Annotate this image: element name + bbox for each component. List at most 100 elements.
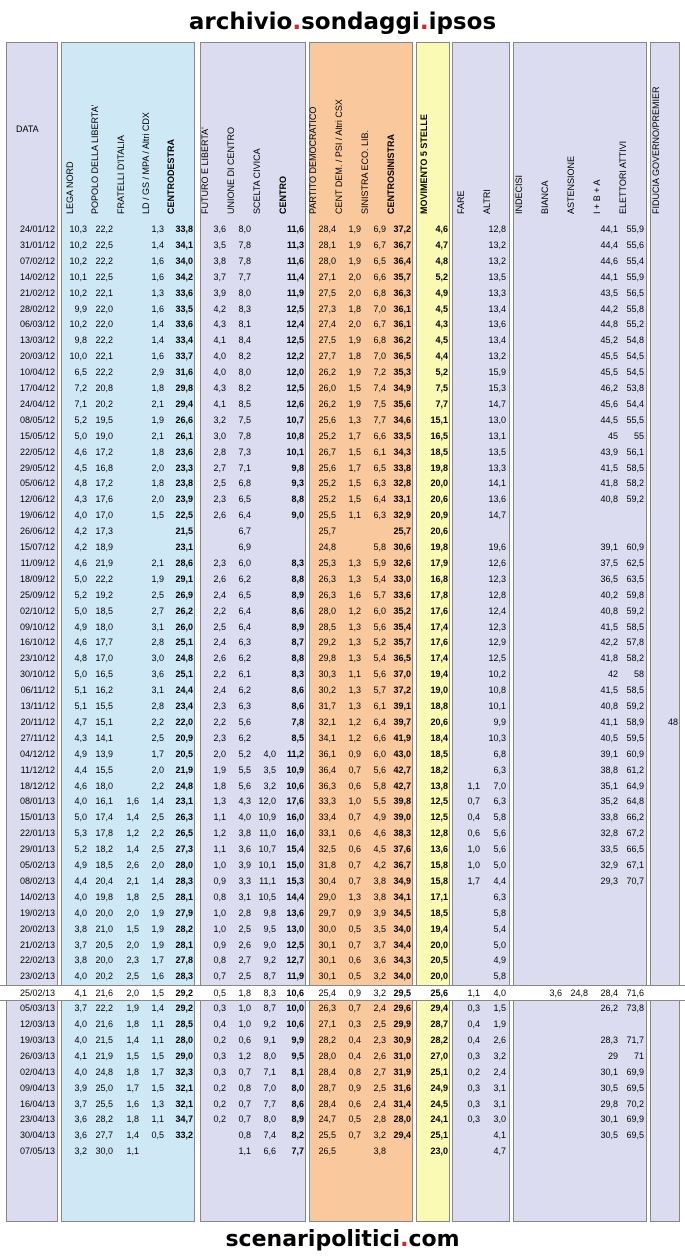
- cell-udc: 8,0: [238, 224, 251, 234]
- cell-d: 11/12/12: [20, 764, 55, 775]
- cell-csx: 41,9: [393, 732, 411, 743]
- cell-fare: 0,3: [467, 1050, 480, 1061]
- cell-fare: [454, 604, 480, 618]
- cell-iba: 44,2: [600, 303, 618, 314]
- cell-fdi: [113, 731, 139, 745]
- cell-ind: [514, 333, 538, 347]
- cell-iba: 41,5: [600, 685, 618, 696]
- cell-ast: [562, 254, 588, 268]
- cell-ast: [562, 747, 588, 761]
- cell-sc: [251, 222, 276, 236]
- cell-ld: 2,1: [151, 557, 164, 568]
- cell-ind: [514, 922, 538, 936]
- cell-altri: 12,3: [488, 573, 506, 584]
- cell-ast: [562, 397, 588, 411]
- cell-cdx: 32,1: [175, 1098, 193, 1109]
- cell-el: 70,2: [626, 1098, 644, 1109]
- cell-fare: 1,1: [467, 988, 480, 999]
- cell-cdx: 34,7: [175, 1114, 193, 1125]
- cell-cd: 1,9: [348, 224, 361, 234]
- header-pd: PARTITO DEMOCRATICO: [308, 106, 318, 214]
- cell-fare: 1,0: [467, 860, 480, 870]
- cell-fli: 4,2: [213, 303, 226, 314]
- cell-pdl: 25,0: [95, 1082, 113, 1093]
- cell-lega: 3,8: [74, 923, 87, 934]
- cell-fdi: [113, 651, 139, 665]
- cell-ast: [562, 715, 588, 729]
- cell-fare: [454, 222, 480, 236]
- cell-fare: [454, 588, 480, 602]
- cell-el: 57,8: [626, 637, 644, 648]
- cell-cd: 1,3: [348, 414, 361, 425]
- cell-d: 05/03/13: [19, 1003, 55, 1014]
- cell-csx: 36,3: [393, 287, 411, 298]
- cell-ast: [562, 969, 588, 983]
- cell-cd: 0,6: [348, 955, 361, 966]
- cell-cdx: 33,4: [175, 335, 193, 346]
- cell-iba: [588, 524, 618, 538]
- cell-centro: 9,0: [291, 510, 304, 521]
- cell-iba: 28,4: [600, 988, 618, 999]
- cell-ld: 1,6: [151, 971, 164, 982]
- cell-pdl: 16,5: [95, 669, 113, 680]
- cell-altri: 5,8: [493, 971, 506, 982]
- cell-pdl: 18,2: [95, 844, 113, 855]
- cell-centro: 8,6: [291, 701, 304, 711]
- cell-ld: 1,3: [151, 224, 164, 234]
- cell-fid: [650, 1033, 678, 1047]
- cell-lega: 5,0: [74, 812, 87, 823]
- cell-csx: 42,7: [393, 780, 411, 791]
- cell-centro: 12,2: [286, 351, 304, 362]
- cell-m5s: 13,6: [430, 844, 448, 855]
- cell-iba: 45,2: [600, 335, 618, 346]
- cell-cd: 0,8: [348, 1066, 361, 1077]
- table-row: 30/10/12 5,0 16,5 3,6 25,1 2,2 6,1 8,3 30,3 1,1 5,…: [0, 667, 685, 681]
- cell-lega: 5,2: [74, 844, 87, 855]
- cell-ind: [514, 222, 538, 236]
- cell-pd: 33,3: [318, 796, 336, 807]
- cell-fdi: 1,4: [126, 1130, 139, 1141]
- cell-ind: [514, 349, 538, 363]
- cell-sel: 3,2: [373, 988, 386, 999]
- cell-d: 25/09/12: [19, 589, 55, 600]
- cell-fdi: 1,8: [126, 1066, 139, 1077]
- cell-cdx: 28,3: [175, 971, 193, 982]
- cell-el: 59,2: [626, 605, 644, 616]
- cell-pd: 28,0: [318, 255, 336, 266]
- cell-cdx: 33,8: [175, 224, 193, 234]
- cell-sel: 6,1: [373, 446, 386, 457]
- cell-ld: 1,5: [151, 510, 164, 521]
- cell-pdl: 27,7: [95, 1130, 113, 1141]
- cell-iba: 40,8: [600, 494, 618, 505]
- cell-fid: [650, 508, 678, 522]
- cell-pdl: 17,3: [95, 526, 113, 537]
- cell-lega: 5,2: [74, 589, 87, 600]
- cell-pdl: 20,5: [95, 939, 113, 950]
- cell-d: 12/03/13: [19, 1019, 55, 1029]
- cell-fare: [454, 651, 480, 665]
- table-row: 13/03/12 9,8 22,2 1,4 33,4 4,1 8,4 12,5 27,5 1,9 6…: [0, 333, 685, 347]
- cell-iba: 40,8: [600, 605, 618, 616]
- cell-lega: 4,4: [74, 764, 87, 775]
- cell-lega: 9,9: [74, 303, 87, 314]
- cell-csx: 36,5: [393, 351, 411, 362]
- cell-csx: 30,9: [393, 1034, 411, 1045]
- cell-udc: 7,5: [238, 414, 251, 425]
- cell-csx: 42,7: [393, 764, 411, 775]
- cell-lega: 4,9: [74, 860, 87, 870]
- cell-sc: 10,7: [258, 844, 276, 855]
- cell-iba: 41,1: [600, 716, 618, 727]
- cell-cdx: 28,3: [175, 875, 193, 886]
- cell-ind: [514, 317, 538, 331]
- table-row: 23/02/13 4,0 20,2 2,5 1,6 28,3 0,7 2,5 8,7 11,9 30…: [0, 969, 685, 983]
- cell-ast: [562, 604, 588, 618]
- cell-sc: 8,0: [263, 1050, 276, 1061]
- cell-bianca: [538, 826, 562, 840]
- cell-el: 66,2: [626, 812, 644, 823]
- cell-d: 21/02/13: [19, 939, 55, 950]
- cell-csx: 36,7: [393, 860, 411, 870]
- table-row: 15/05/12 5,0 19,0 2,1 26,1 3,0 7,8 10,8 25,2 1,7 6…: [0, 429, 685, 443]
- cell-fid: [650, 1128, 678, 1142]
- header-lega: LEGA NORD: [65, 161, 75, 214]
- cell-udc: 8,2: [238, 351, 251, 362]
